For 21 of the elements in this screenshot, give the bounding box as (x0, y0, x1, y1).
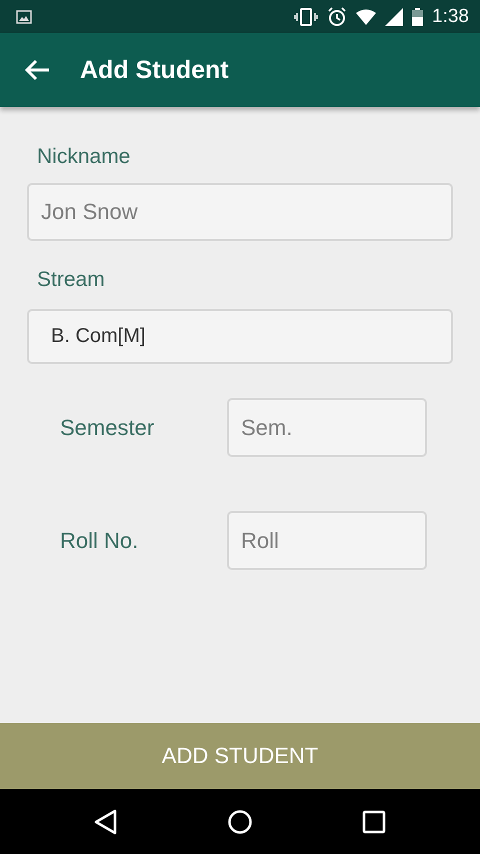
stream-label: Stream (37, 268, 106, 292)
clock-time: 1:38 (432, 6, 469, 28)
semester-field[interactable]: Sem. (227, 398, 427, 457)
wifi-icon (356, 8, 376, 24)
recents-button[interactable] (362, 810, 386, 834)
vibrate-icon (294, 8, 318, 26)
back-arrow-icon (24, 59, 50, 81)
nickname-label: Nickname (37, 145, 132, 169)
nickname-field[interactable]: Jon Snow (27, 183, 453, 241)
semester-label: Semester (60, 416, 156, 440)
battery-icon (412, 8, 424, 26)
alarm-icon (327, 6, 348, 26)
stream-dropdown[interactable]: B. Com[M] (27, 309, 453, 364)
back-nav-button[interactable] (94, 808, 118, 834)
roll-number-label: Roll No. (60, 528, 140, 552)
roll-number-field[interactable]: Roll (227, 511, 427, 570)
back-button[interactable] (24, 59, 50, 81)
image-icon (16, 10, 32, 24)
home-button[interactable] (226, 808, 253, 834)
signal-icon (385, 8, 404, 26)
screen-title: Add Student (80, 56, 229, 84)
